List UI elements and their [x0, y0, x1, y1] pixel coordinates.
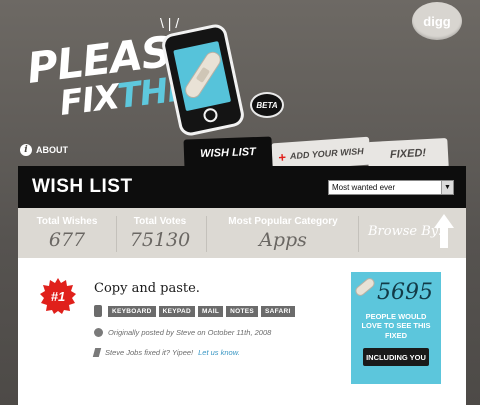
- posted-text: Originally posted by Steve on October 11…: [108, 328, 272, 337]
- beta-badge: BETA: [250, 92, 284, 118]
- stat-label: Total Votes: [133, 216, 187, 227]
- stats-bar: Total Wishes 677 Total Votes 75130 Most …: [18, 208, 466, 258]
- stat-value: 677: [48, 229, 86, 251]
- stat-divider: [206, 216, 207, 252]
- tab-label: ADD YOUR WISH: [289, 146, 364, 162]
- phone-screen: [173, 40, 232, 112]
- about-link[interactable]: i ABOUT: [20, 144, 68, 156]
- tag-notes[interactable]: NOTES: [226, 305, 259, 317]
- clock-icon: [94, 328, 103, 337]
- phone-tag-icon: [94, 305, 102, 317]
- sort-selected-value: Most wanted ever: [332, 183, 396, 192]
- phone-home-button: [202, 106, 219, 124]
- stat-value: 75130: [129, 229, 191, 251]
- stat-divider: [358, 216, 359, 252]
- plus-icon: +: [277, 148, 287, 165]
- sort-select[interactable]: Most wanted ever ▼: [328, 180, 454, 195]
- wish-list-content: #1 Copy and paste. KEYBOARD KEYPAD MAIL …: [18, 258, 466, 405]
- tag-mail[interactable]: MAIL: [198, 305, 224, 317]
- tag-list: KEYBOARD KEYPAD MAIL NOTES SAFARI: [94, 305, 295, 317]
- stat-popular-category: Most Popular Category Apps: [214, 216, 352, 251]
- stat-label: Total Wishes: [36, 216, 98, 227]
- tag-keyboard[interactable]: KEYBOARD: [108, 305, 156, 317]
- vote-caption: PEOPLE WOULD LOVE TO SEE THIS FIXED: [361, 312, 431, 340]
- including-you-button[interactable]: INCLUDING YOU: [363, 348, 429, 366]
- stat-label: Most Popular Category: [228, 216, 338, 227]
- tag-safari[interactable]: SAFARI: [261, 305, 295, 317]
- stat-divider: [116, 216, 117, 252]
- vote-count: 5695: [377, 280, 433, 305]
- wish-title[interactable]: Copy and paste.: [94, 281, 200, 296]
- stat-value: Apps: [259, 229, 307, 251]
- rank-number: #1: [50, 288, 66, 304]
- digg-badge[interactable]: digg: [412, 2, 462, 40]
- fixed-info: Steve Jobs fixed it? Yipee! Let us know.: [92, 348, 240, 357]
- tab-label: WISH LIST: [199, 146, 256, 160]
- tab-wish-list[interactable]: WISH LIST: [183, 136, 273, 170]
- vote-box: 5695 PEOPLE WOULD LOVE TO SEE THIS FIXED…: [351, 272, 441, 384]
- bandaid-icon: [182, 48, 224, 102]
- page-title: WISH LIST: [32, 176, 133, 197]
- wish-list-header: WISH LIST Most wanted ever ▼: [18, 166, 466, 208]
- let-us-know-link[interactable]: Let us know.: [198, 348, 240, 357]
- tab-label: FIXED!: [389, 147, 427, 161]
- fixed-text: Steve Jobs fixed it? Yipee!: [105, 348, 194, 357]
- about-label: ABOUT: [36, 145, 68, 155]
- phone-logo-icon: [159, 22, 247, 138]
- chevron-down-icon: ▼: [441, 181, 453, 194]
- logo-fix-text: FIX: [57, 77, 122, 124]
- stat-total-wishes: Total Wishes 677: [24, 216, 110, 251]
- arrow-up-icon[interactable]: [432, 212, 456, 250]
- posted-info: Originally posted by Steve on October 11…: [94, 328, 271, 337]
- info-icon: i: [20, 144, 32, 156]
- stat-total-votes: Total Votes 75130: [122, 216, 198, 251]
- bolt-icon: [92, 348, 102, 357]
- tag-keypad[interactable]: KEYPAD: [158, 305, 196, 317]
